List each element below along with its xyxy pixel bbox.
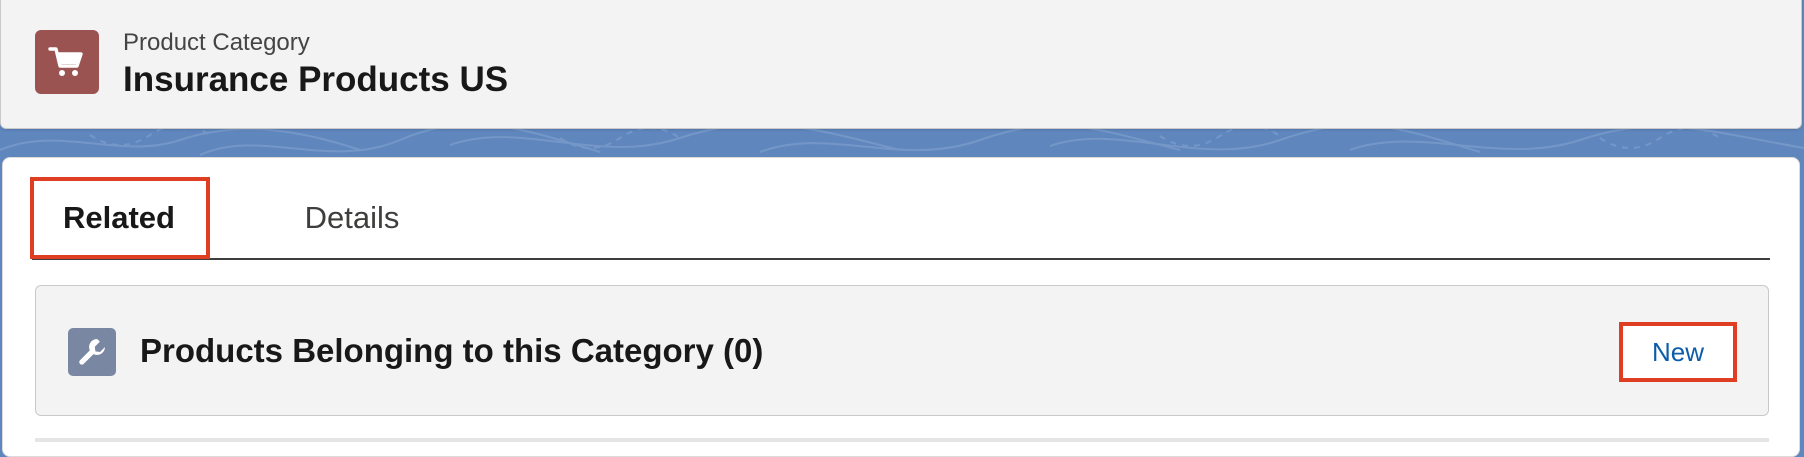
object-type-label: Product Category [123,29,310,56]
record-header: Product Category Insurance Products US [0,0,1802,129]
wrench-icon [68,328,116,376]
page-title: Insurance Products US [123,60,509,99]
new-button[interactable]: New [1619,322,1737,382]
tab-related[interactable]: Related [30,178,208,258]
tab-details[interactable]: Details [272,178,432,258]
next-section-edge [35,438,1769,442]
shopping-cart-icon [35,30,99,94]
record-tabs: Related Details [32,178,1770,260]
related-list-title: Products Belonging to this Category (0) [140,332,764,369]
related-list-products: Products Belonging to this Category (0) … [35,285,1769,416]
